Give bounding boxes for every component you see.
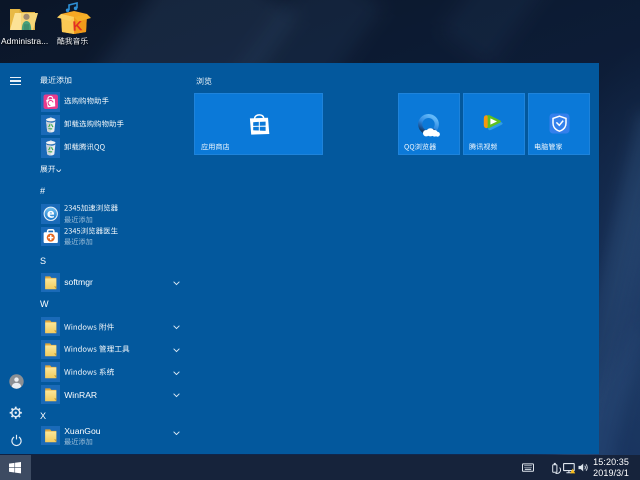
svg-text:K: K [72, 18, 83, 34]
